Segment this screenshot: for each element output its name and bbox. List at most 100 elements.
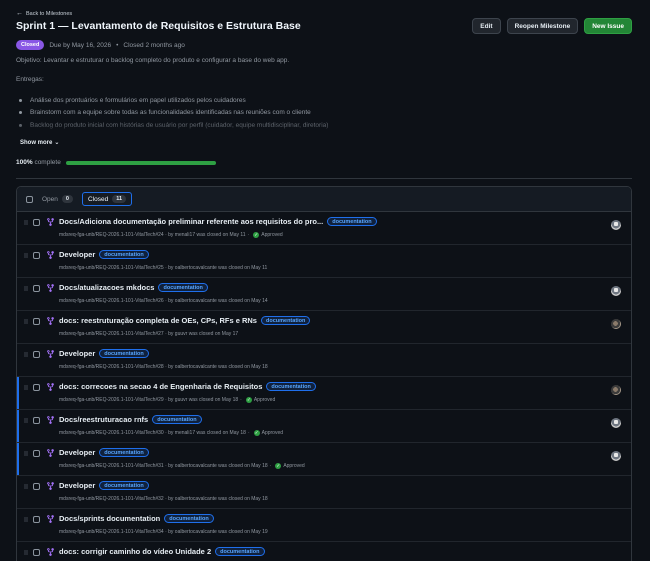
meta-separator: ·	[269, 463, 272, 469]
drag-handle-icon[interactable]	[24, 517, 28, 522]
documentation-label[interactable]: documentation	[158, 283, 208, 292]
issue-row[interactable]: Docs/reestruturacao rnfs documentation mds…	[17, 410, 631, 443]
documentation-label[interactable]: documentation	[99, 250, 149, 259]
avatar[interactable]	[611, 319, 621, 329]
row-checkbox[interactable]	[33, 318, 40, 325]
meta-separator: ·	[240, 397, 242, 403]
open-count: 0	[61, 195, 73, 203]
filter-closed-label: Closed	[87, 195, 109, 203]
avatar[interactable]	[611, 451, 621, 461]
documentation-label[interactable]: documentation	[266, 382, 316, 391]
issue-meta-text: mdsreq-fga-unb/REQ-2026.1-101-VitalTech#…	[59, 265, 268, 271]
documentation-label[interactable]: documentation	[215, 547, 265, 556]
issue-title-link[interactable]: Docs/atualizacoes mkdocs	[59, 283, 154, 292]
drag-handle-icon[interactable]	[24, 484, 28, 489]
issue-row[interactable]: docs: correcoes na secao 4 de Engenharia…	[17, 377, 631, 410]
documentation-label[interactable]: documentation	[260, 316, 311, 325]
reopen-milestone-button[interactable]: Reopen Milestone	[506, 18, 579, 34]
progress-bar	[65, 160, 216, 165]
back-to-milestones-link[interactable]: ← Back to Milestones	[16, 10, 72, 17]
documentation-label[interactable]: documentation	[99, 481, 149, 490]
issue-row[interactable]: Docs/Adiciona documentação preliminar re…	[17, 212, 631, 245]
pull-request-merged-icon	[46, 283, 55, 293]
drag-handle-icon[interactable]	[24, 220, 28, 225]
pull-request-merged-icon	[46, 514, 55, 524]
issue-meta: mdsreq-fga-unb/REQ-2026.1-101-VitalTech#…	[59, 331, 238, 337]
issue-row[interactable]: Developer documentation mdsreq-fga-unb/REQ…	[17, 344, 631, 377]
issue-row[interactable]: Docs/sprints documentation documentation m…	[17, 509, 631, 542]
issue-row[interactable]: Docs/atualizacoes mkdocs documentation mds…	[17, 278, 631, 311]
drag-handle-icon[interactable]	[24, 319, 28, 324]
row-checkbox[interactable]	[33, 417, 40, 424]
row-checkbox[interactable]	[33, 384, 40, 391]
issue-title-line: Docs/Adiciona documentação preliminar re…	[59, 217, 377, 226]
issue-title-link[interactable]: Developer	[59, 349, 95, 358]
row-checkbox[interactable]	[33, 516, 40, 523]
pull-request-merged-icon	[46, 448, 55, 458]
issue-meta: mdsreq-fga-unb/REQ-2026.1-101-VitalTech#…	[59, 463, 305, 469]
check-circle-icon: ✓	[253, 430, 260, 436]
row-checkbox[interactable]	[33, 483, 40, 490]
filter-open[interactable]: Open 0	[39, 193, 76, 205]
row-checkbox[interactable]	[33, 219, 40, 226]
issue-meta: mdsreq-fga-unb/REQ-2026.1-101-VitalTech#…	[59, 430, 283, 436]
drag-handle-icon[interactable]	[24, 451, 28, 456]
new-issue-button[interactable]: New Issue	[584, 18, 632, 34]
bullet-dot-icon	[19, 98, 22, 102]
issue-row[interactable]: Developer documentation mdsreq-fga-unb/REQ…	[17, 245, 631, 278]
edit-button[interactable]: Edit	[472, 18, 501, 34]
list-item: Análise dos prontuários e formulários em…	[16, 94, 616, 107]
pull-request-merged-icon	[46, 382, 55, 392]
list-item: Brainstorm com a equipe sobre todas as f…	[16, 107, 616, 120]
issue-title-line: docs: correcoes na secao 4 de Engenharia…	[59, 382, 316, 391]
filter-open-label: Open	[42, 195, 58, 203]
issue-row[interactable]: Developer documentation mdsreq-fga-unb/REQ…	[17, 443, 631, 476]
avatar[interactable]	[611, 418, 621, 428]
issue-title-link[interactable]: Developer	[59, 481, 95, 490]
drag-handle-icon[interactable]	[24, 385, 28, 390]
documentation-label[interactable]: documentation	[164, 514, 214, 523]
pull-request-merged-icon	[46, 481, 55, 491]
bullet-text: Análise dos prontuários e formulários em…	[30, 96, 246, 104]
issue-title-link[interactable]: Developer	[59, 250, 95, 259]
drag-handle-icon[interactable]	[24, 286, 28, 291]
issue-row[interactable]: docs: reestruturação completa de OEs, CP…	[17, 311, 631, 344]
select-all-checkbox[interactable]	[26, 195, 33, 203]
show-more-button[interactable]: Show more ⌄	[20, 139, 59, 147]
documentation-label[interactable]: documentation	[99, 448, 149, 457]
row-checkbox[interactable]	[33, 549, 40, 556]
issue-meta-text: mdsreq-fga-unb/REQ-2026.1-101-VitalTech#…	[59, 529, 268, 535]
row-checkbox[interactable]	[33, 252, 40, 259]
filter-closed[interactable]: Closed 11	[81, 192, 133, 206]
issue-title-link[interactable]: docs: reestruturação completa de OEs, CP…	[59, 316, 257, 325]
issue-title-link[interactable]: Developer	[59, 448, 95, 457]
bullet-text: Backlog do produto inicial com histórias…	[30, 121, 329, 129]
issue-title-link[interactable]: docs: correcoes na secao 4 de Engenharia…	[59, 382, 262, 391]
avatar[interactable]	[611, 220, 621, 230]
documentation-label[interactable]: documentation	[327, 217, 377, 226]
row-checkbox[interactable]	[33, 450, 40, 457]
issue-meta-text: mdsreq-fga-unb/REQ-2026.1-101-VitalTech#…	[59, 364, 268, 370]
row-checkbox[interactable]	[33, 285, 40, 292]
drag-handle-icon[interactable]	[24, 253, 28, 258]
issue-meta-text: mdsreq-fga-unb/REQ-2026.1-101-VitalTech#…	[59, 298, 268, 304]
issue-title-link[interactable]: docs: corrigir caminho do vídeo Unidade …	[59, 547, 211, 556]
drag-handle-icon[interactable]	[24, 418, 28, 423]
progress-fill	[65, 160, 216, 165]
issue-meta-text: mdsreq-fga-unb/REQ-2026.1-101-VitalTech#…	[59, 496, 268, 502]
issue-row[interactable]: docs: corrigir caminho do vídeo Unidade …	[17, 542, 631, 561]
row-checkbox[interactable]	[33, 351, 40, 358]
issue-meta-text: mdsreq-fga-unb/REQ-2026.1-101-VitalTech#…	[59, 232, 246, 238]
issue-row[interactable]: Developer documentation mdsreq-fga-unb/REQ…	[17, 476, 631, 509]
issue-title-link[interactable]: Docs/sprints documentation	[59, 514, 160, 523]
pull-request-merged-icon	[46, 415, 55, 425]
issue-title-link[interactable]: Docs/Adiciona documentação preliminar re…	[59, 217, 323, 226]
drag-handle-icon[interactable]	[24, 550, 28, 555]
issue-title-link[interactable]: Docs/reestruturacao rnfs	[59, 415, 148, 424]
documentation-label[interactable]: documentation	[152, 415, 202, 424]
avatar[interactable]	[611, 385, 621, 395]
documentation-label[interactable]: documentation	[99, 349, 149, 358]
avatar[interactable]	[611, 286, 621, 296]
drag-handle-icon[interactable]	[24, 352, 28, 357]
bullet-dot-icon	[19, 111, 22, 115]
